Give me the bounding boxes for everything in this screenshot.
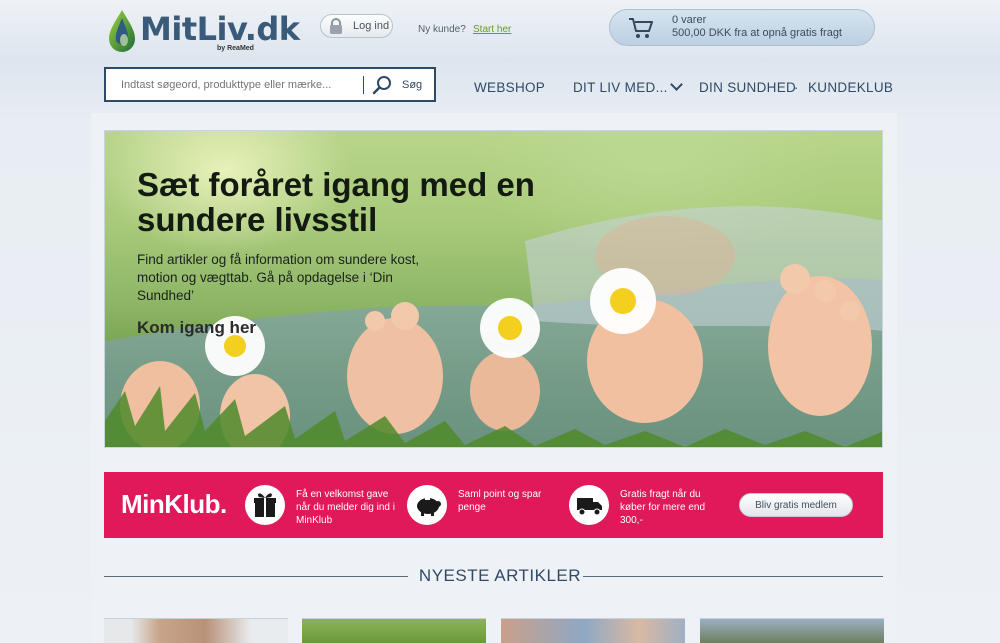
minklub-feature-points: Saml point og spar penge xyxy=(458,489,542,513)
new-customer-label: Ny kunde? xyxy=(418,24,466,35)
start-here-link[interactable]: Start her xyxy=(473,24,511,35)
minklub-feature-gift: Få en velkomst gave når du melder dig in… xyxy=(296,489,395,526)
lock-icon xyxy=(330,18,342,34)
leaf-drop-icon xyxy=(109,10,135,52)
daisy-3 xyxy=(590,268,656,334)
logo-byline: by ReaMed xyxy=(217,45,254,52)
minklub-feature-shipping: Gratis fragt når du køber for mere end 3… xyxy=(620,489,706,526)
nav-separator: · xyxy=(794,80,799,95)
article-thumbnail-4[interactable] xyxy=(700,618,884,643)
hero-banner[interactable]: Sæt foråret igang med en sundere livssti… xyxy=(104,130,883,448)
chevron-down-icon xyxy=(669,78,683,91)
article-thumbnail-3[interactable] xyxy=(501,618,685,643)
become-member-button[interactable]: Bliv gratis medlem xyxy=(739,493,853,517)
section-divider-right xyxy=(583,576,883,577)
search-divider xyxy=(363,75,364,94)
truck-icon xyxy=(569,485,609,525)
nav-dit-liv-med-label: DIT LIV MED... xyxy=(573,80,668,95)
section-divider-left xyxy=(104,576,408,577)
nav-kundeklub[interactable]: KUNDEKLUB xyxy=(808,80,893,95)
logo-wordmark: MitLiv.dk xyxy=(140,10,300,48)
article-thumbnail-2[interactable] xyxy=(302,618,486,643)
cart-shipping-info: 500,00 DKK fra at opnå gratis fragt xyxy=(672,27,842,39)
gift-icon xyxy=(245,485,285,525)
cart-count: 0 varer xyxy=(672,14,707,26)
hero-title: Sæt foråret igang med en sundere livssti… xyxy=(137,166,535,238)
nav-din-sundhed[interactable]: DIN SUNDHED xyxy=(699,80,796,95)
site-header: MitLiv.dk by ReaMed Log ind Ny kunde? St… xyxy=(0,0,1000,115)
shopping-cart-icon xyxy=(629,18,653,38)
hero-description: Find artikler og få information om sunde… xyxy=(137,252,420,303)
search-bar: Søg xyxy=(104,67,436,102)
login-label: Log ind xyxy=(353,20,390,32)
daisy-2 xyxy=(480,298,540,358)
search-input[interactable] xyxy=(121,78,363,91)
search-icon[interactable] xyxy=(372,74,394,96)
hero-cta-link[interactable]: Kom igang her xyxy=(137,318,256,338)
nav-webshop[interactable]: WEBSHOP xyxy=(474,80,545,95)
search-button[interactable]: Søg xyxy=(402,79,422,91)
cart-button[interactable]: 0 varer 500,00 DKK fra at opnå gratis fr… xyxy=(609,9,875,46)
minklub-logo: MinKlub. xyxy=(121,489,227,519)
article-thumbnail-1[interactable] xyxy=(104,618,288,643)
login-button[interactable]: Log ind xyxy=(320,14,393,38)
minklub-banner: MinKlub. Få en velkomst gave når du meld… xyxy=(104,472,883,538)
section-title-articles: NYESTE ARTIKLER xyxy=(418,566,582,585)
piggy-bank-icon xyxy=(407,485,447,525)
nav-dit-liv-med[interactable]: DIT LIV MED... xyxy=(573,78,683,95)
site-logo[interactable]: MitLiv.dk by ReaMed xyxy=(107,6,300,56)
